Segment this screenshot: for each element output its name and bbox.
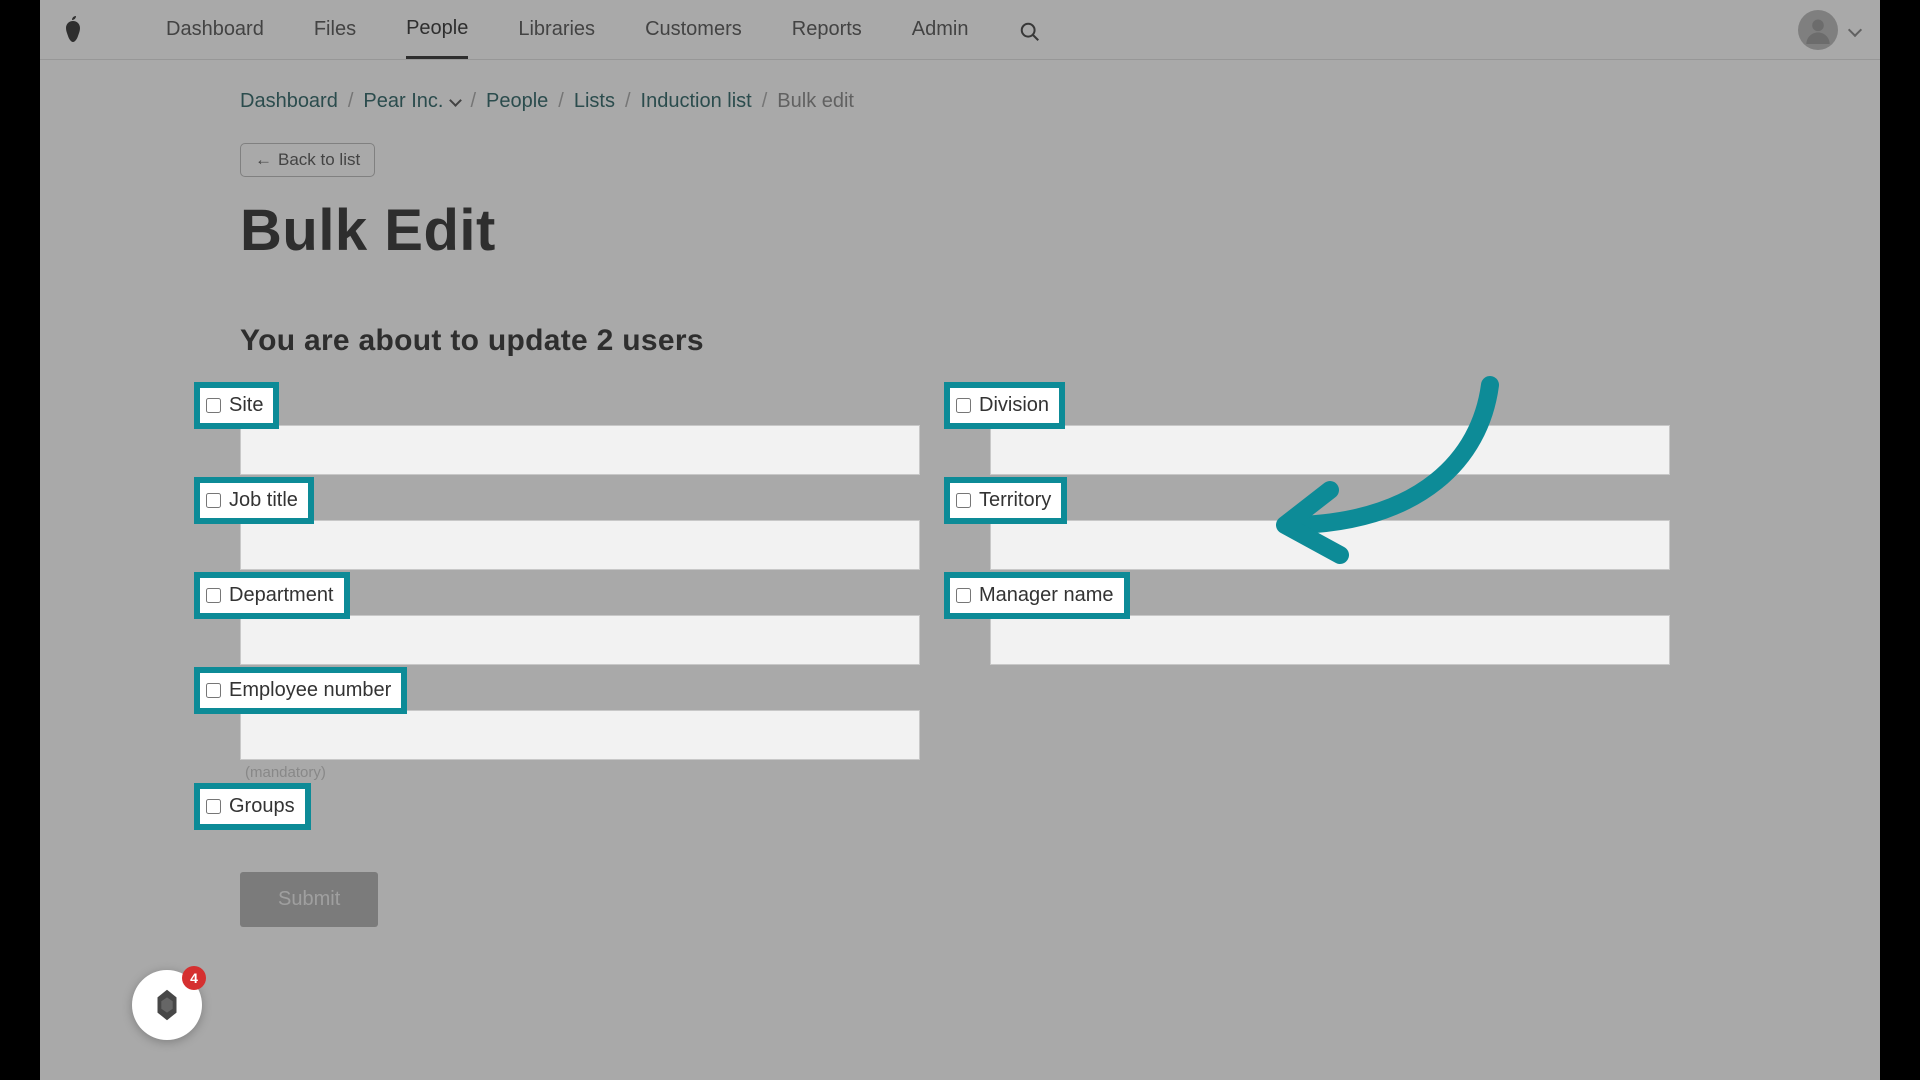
- field-employee-number-checkbox[interactable]: [206, 683, 221, 698]
- field-employee-number-input[interactable]: [240, 710, 920, 760]
- field-division: Division: [950, 388, 1670, 475]
- form-col-right: Division Territory M: [950, 388, 1670, 927]
- arrow-left-icon: ←: [255, 150, 272, 170]
- nav-dashboard[interactable]: Dashboard: [166, 2, 264, 57]
- nav-people[interactable]: People: [406, 1, 468, 59]
- field-territory: Territory: [950, 483, 1670, 570]
- nav-items: Dashboard Files People Libraries Custome…: [166, 1, 1041, 59]
- field-territory-input[interactable]: [990, 520, 1670, 570]
- field-job-title: Job title: [200, 483, 920, 570]
- field-groups-label[interactable]: Groups: [200, 789, 305, 824]
- field-department-input[interactable]: [240, 615, 920, 665]
- form-col-left: Site Job title Depar: [200, 388, 920, 927]
- app-logo-icon[interactable]: [60, 13, 86, 47]
- field-territory-checkbox[interactable]: [956, 493, 971, 508]
- field-job-title-checkbox[interactable]: [206, 493, 221, 508]
- chevron-down-icon: [450, 94, 463, 107]
- user-menu[interactable]: [1798, 10, 1860, 50]
- field-territory-label[interactable]: Territory: [950, 483, 1061, 518]
- field-job-title-label[interactable]: Job title: [200, 483, 308, 518]
- page-subtitle: You are about to update 2 users: [240, 324, 1680, 358]
- field-site-checkbox[interactable]: [206, 398, 221, 413]
- nav-files[interactable]: Files: [314, 2, 356, 57]
- chevron-down-icon: [1848, 22, 1862, 36]
- field-department: Department: [200, 578, 920, 665]
- crumb-current: Bulk edit: [777, 90, 854, 113]
- field-site-input[interactable]: [240, 425, 920, 475]
- field-site: Site: [200, 388, 920, 475]
- field-manager-name-label[interactable]: Manager name: [950, 578, 1124, 613]
- crumb-lists[interactable]: Lists: [574, 90, 615, 113]
- field-employee-number: Employee number (mandatory): [200, 673, 920, 781]
- breadcrumb: Dashboard / Pear Inc. / People / Lists /…: [240, 90, 1680, 113]
- field-department-checkbox[interactable]: [206, 588, 221, 603]
- nav-admin[interactable]: Admin: [912, 2, 969, 57]
- field-department-label[interactable]: Department: [200, 578, 344, 613]
- field-division-input[interactable]: [990, 425, 1670, 475]
- crumb-company[interactable]: Pear Inc.: [363, 90, 460, 113]
- page-title: Bulk Edit: [240, 197, 1680, 264]
- field-groups-checkbox[interactable]: [206, 799, 221, 814]
- help-widget[interactable]: 4: [132, 970, 202, 1040]
- back-to-list-button[interactable]: ← Back to list: [240, 143, 375, 177]
- field-manager-name-input[interactable]: [990, 615, 1670, 665]
- field-employee-number-label[interactable]: Employee number: [200, 673, 401, 708]
- field-manager-name-checkbox[interactable]: [956, 588, 971, 603]
- avatar-icon: [1798, 10, 1838, 50]
- field-manager-name: Manager name: [950, 578, 1670, 665]
- crumb-people[interactable]: People: [486, 90, 548, 113]
- nav-customers[interactable]: Customers: [645, 2, 742, 57]
- nav-reports[interactable]: Reports: [792, 2, 862, 57]
- field-job-title-input[interactable]: [240, 520, 920, 570]
- field-site-label[interactable]: Site: [200, 388, 273, 423]
- submit-button[interactable]: Submit: [240, 872, 378, 927]
- top-nav: Dashboard Files People Libraries Custome…: [40, 0, 1880, 60]
- field-division-label[interactable]: Division: [950, 388, 1059, 423]
- field-groups: Groups: [200, 789, 920, 824]
- nav-libraries[interactable]: Libraries: [518, 2, 595, 57]
- crumb-induction-list[interactable]: Induction list: [641, 90, 752, 113]
- notification-badge: 4: [182, 966, 206, 990]
- crumb-dashboard[interactable]: Dashboard: [240, 90, 338, 113]
- field-employee-number-helper: (mandatory): [245, 764, 920, 781]
- field-division-checkbox[interactable]: [956, 398, 971, 413]
- search-icon[interactable]: [1019, 17, 1041, 43]
